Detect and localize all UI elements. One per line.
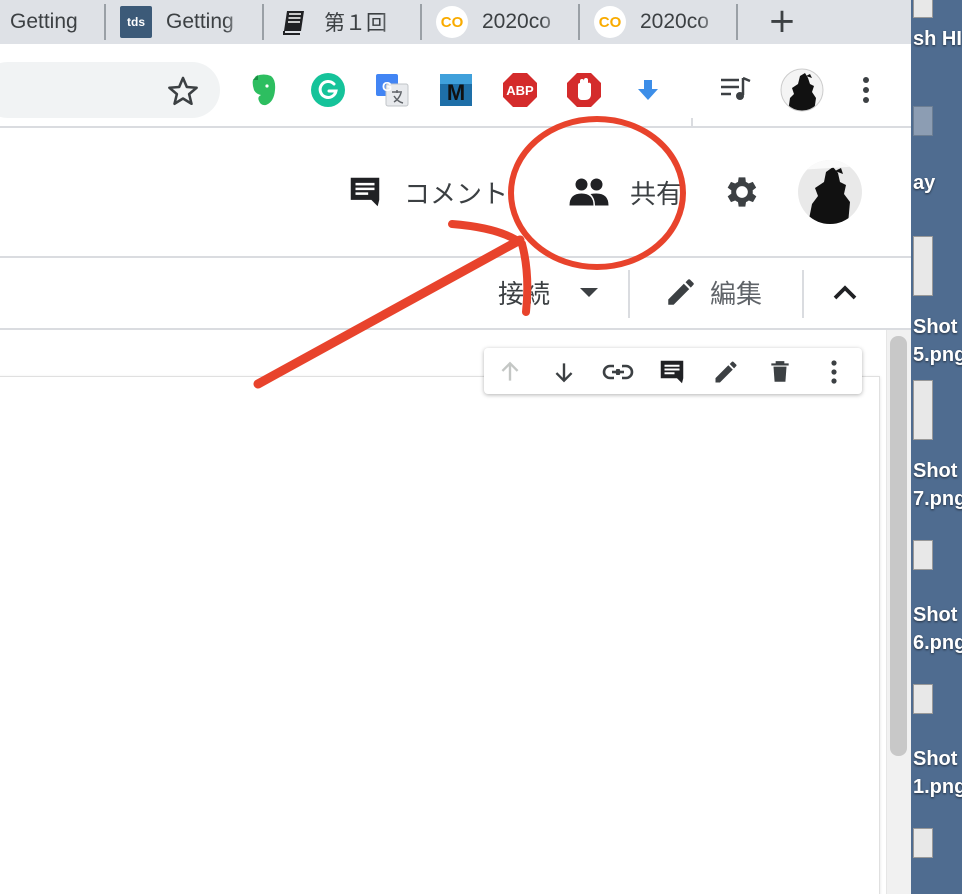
page-scrollbar[interactable]	[886, 330, 911, 894]
evernote-icon[interactable]	[244, 70, 284, 110]
browser-window: Getting tds Getting 第１回 CO 2020co CO 202…	[0, 0, 911, 894]
settings-gear-icon[interactable]	[722, 172, 762, 212]
desktop-file-label[interactable]: 5.png	[913, 344, 962, 367]
desktop-file-label[interactable]: ay	[913, 172, 935, 195]
colab-header: コメント 共有	[0, 128, 911, 258]
edit-button[interactable]: 編集	[664, 272, 762, 312]
desktop-file-thumbnail[interactable]	[913, 540, 933, 570]
comment-label: コメント	[404, 179, 509, 210]
grammarly-icon[interactable]	[308, 70, 348, 110]
comment-icon	[350, 177, 380, 207]
share-button[interactable]: 共有	[568, 172, 682, 212]
desktop-file-label[interactable]: Shot	[913, 748, 957, 771]
book-icon	[278, 6, 310, 38]
notebook-toolbar: 接続 編集	[0, 258, 911, 330]
tab-separator	[578, 4, 580, 40]
link-icon[interactable]	[602, 356, 634, 388]
desktop-file-label[interactable]: 1.png	[913, 776, 962, 799]
desktop-file-label[interactable]: 7.png	[913, 488, 962, 511]
new-tab-button[interactable]: +	[764, 4, 800, 40]
adblock-hand-icon[interactable]	[564, 70, 604, 110]
desktop-file-label[interactable]: Shot	[913, 316, 957, 339]
desktop-file-thumbnail[interactable]	[913, 828, 933, 858]
desktop-file-label[interactable]: Shot	[913, 460, 957, 483]
share-label: 共有	[630, 179, 683, 210]
desktop-file-thumbnail[interactable]	[913, 236, 933, 296]
toolbar-separator	[802, 270, 804, 318]
cell-toolbar	[484, 348, 862, 394]
colab-icon: CO	[594, 6, 626, 38]
colab-icon-text: CO	[441, 14, 464, 31]
desktop-file-label[interactable]: Shot	[913, 604, 957, 627]
chevron-up-icon[interactable]	[828, 278, 862, 308]
tab-fade	[380, 0, 408, 44]
move-cell-down-icon[interactable]	[548, 356, 580, 388]
tab-fade	[698, 0, 726, 44]
more-vert-icon[interactable]	[818, 356, 850, 388]
notebook-content	[0, 330, 911, 894]
comment-button[interactable]: コメント	[346, 172, 508, 212]
tab-separator	[736, 4, 738, 40]
caret-down-icon	[580, 287, 599, 297]
m-icon-text: M	[447, 80, 465, 105]
connect-button[interactable]: 接続	[498, 272, 599, 312]
chrome-menu-icon[interactable]	[846, 70, 886, 110]
tab-title: Getting	[10, 10, 78, 33]
translate-icon-text: G	[382, 79, 392, 94]
google-translate-icon[interactable]: G	[372, 70, 412, 110]
scrollbar-thumb[interactable]	[890, 336, 907, 756]
m-extension-icon[interactable]: M	[436, 70, 476, 110]
desktop-file-thumbnail[interactable]	[913, 0, 933, 18]
tab-separator	[420, 4, 422, 40]
colab-icon-text: CO	[599, 14, 622, 31]
bookmark-star-icon[interactable]	[166, 74, 200, 108]
trash-icon[interactable]	[764, 356, 796, 388]
edit-label: 編集	[710, 279, 763, 310]
code-cell[interactable]	[0, 376, 880, 894]
media-controls-icon[interactable]	[716, 70, 756, 110]
pencil-icon	[668, 279, 694, 305]
tab-fade	[224, 0, 252, 44]
desktop-file-label[interactable]: 6.png	[913, 632, 962, 655]
connect-label: 接続	[498, 279, 551, 310]
toolbar-separator	[628, 270, 630, 318]
desktop-file-thumbnail[interactable]	[913, 380, 933, 440]
pencil-icon[interactable]	[710, 356, 742, 388]
tab-separator	[104, 4, 106, 40]
desktop-background: sh HI ay Shot 5.png Shot 7.png Shot 6.pn…	[911, 0, 962, 894]
tds-icon: tds	[120, 6, 152, 38]
adblock-plus-icon[interactable]: ABP	[500, 70, 540, 110]
comment-icon[interactable]	[656, 356, 688, 388]
colab-icon: CO	[436, 6, 468, 38]
abp-icon-text: ABP	[506, 83, 534, 98]
move-cell-up-icon[interactable]	[494, 356, 526, 388]
download-arrow-icon[interactable]	[628, 70, 668, 110]
tab-fade	[540, 0, 568, 44]
people-icon	[569, 178, 609, 206]
tab-fade	[76, 0, 104, 44]
tab-title: 第１回	[324, 12, 387, 35]
tab-separator	[262, 4, 264, 40]
desktop-file-thumbnail[interactable]	[913, 684, 933, 714]
account-avatar[interactable]	[798, 160, 862, 224]
desktop-file-label[interactable]: sh HI	[913, 28, 962, 51]
profile-avatar-icon[interactable]	[780, 68, 824, 112]
browser-toolbar: G M ABP 21	[0, 44, 911, 162]
desktop-file-thumbnail[interactable]	[913, 106, 933, 136]
tab-strip: Getting tds Getting 第１回 CO 2020co CO 202…	[0, 0, 911, 44]
